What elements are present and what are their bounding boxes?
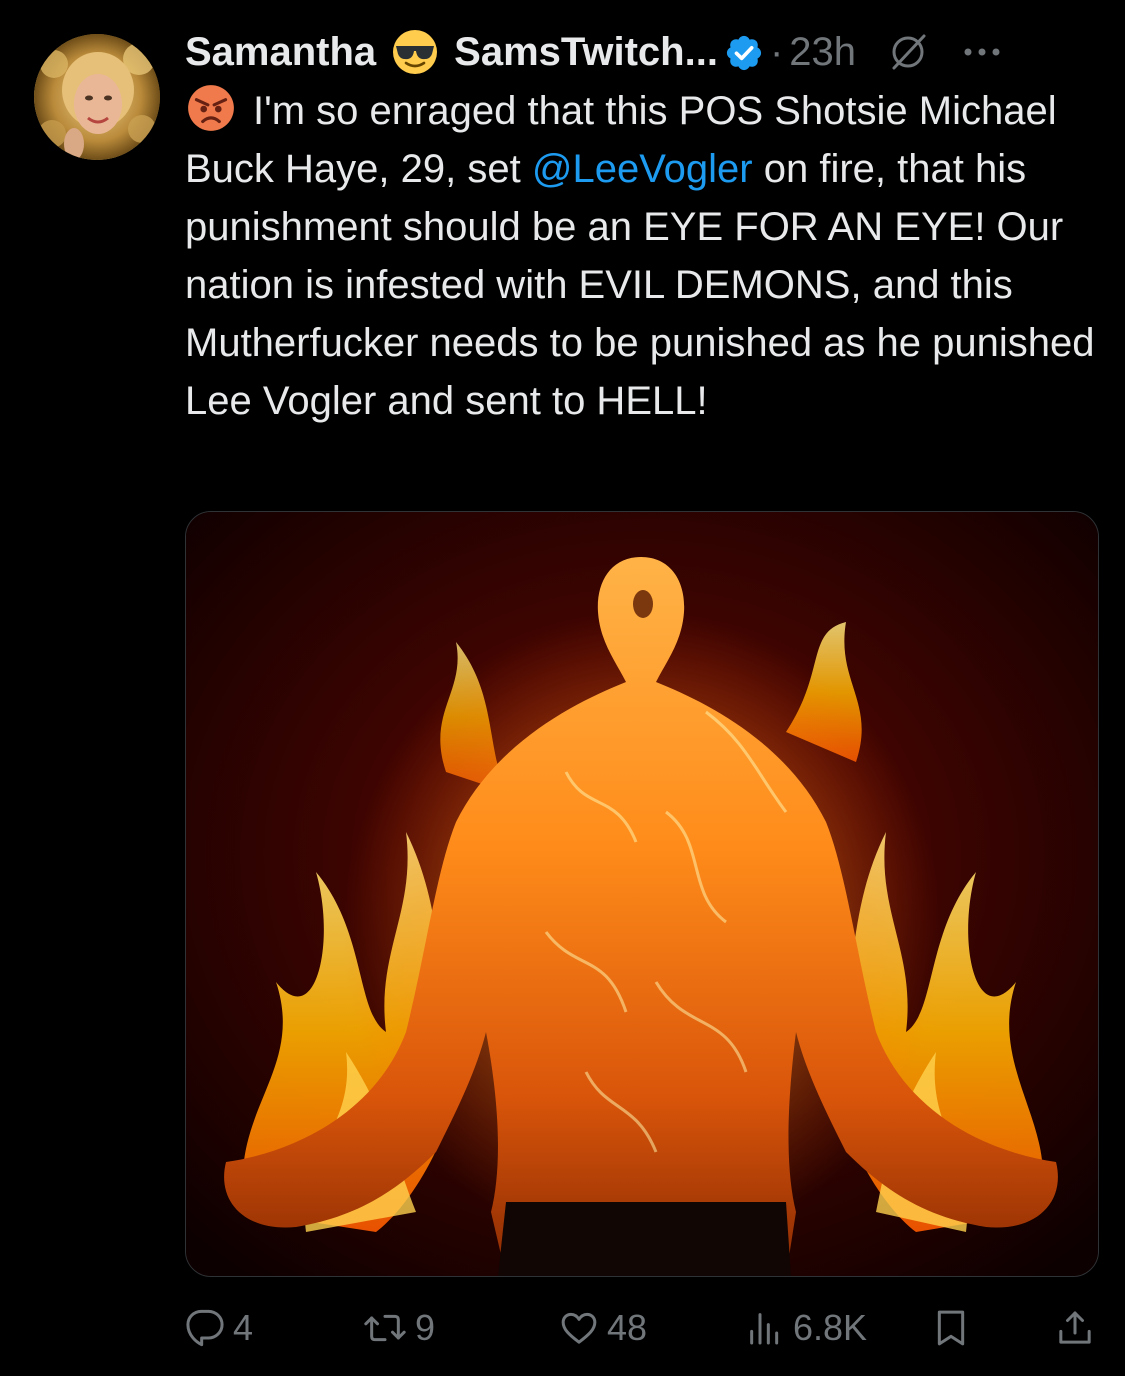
views-button[interactable]: 6.8K	[745, 1300, 867, 1356]
mention-link[interactable]: @LeeVogler	[532, 147, 753, 191]
grok-icon[interactable]	[886, 30, 930, 74]
tweet-header: Samantha SamsTwitch... · 23h	[185, 24, 1105, 80]
share-button[interactable]	[1055, 1300, 1095, 1356]
like-count: 48	[607, 1307, 648, 1348]
display-name[interactable]: Samantha	[185, 24, 376, 80]
verified-badge-icon	[724, 32, 764, 72]
repost-icon	[364, 1314, 406, 1342]
bookmark-button[interactable]	[931, 1300, 971, 1356]
like-icon	[561, 1312, 597, 1344]
timestamp[interactable]: 23h	[789, 24, 856, 80]
action-bar: 4 9 48 6.8K	[185, 1300, 1097, 1356]
bookmark-icon	[937, 1310, 965, 1346]
reply-count: 4	[233, 1307, 254, 1348]
more-icon[interactable]	[960, 30, 1004, 74]
views-icon	[750, 1313, 779, 1345]
tweet-media-image[interactable]	[185, 511, 1099, 1277]
repost-count: 9	[415, 1307, 436, 1348]
like-button[interactable]: 48	[559, 1300, 647, 1356]
handle-name[interactable]: SamsTwitch...	[454, 24, 718, 80]
reply-icon	[186, 1309, 224, 1347]
separator-dot: ·	[769, 30, 784, 74]
reply-button[interactable]: 4	[185, 1300, 253, 1356]
avatar[interactable]	[34, 34, 160, 160]
views-count: 6.8K	[793, 1307, 868, 1348]
repost-button[interactable]: 9	[363, 1300, 435, 1356]
tweet-text: I'm so enraged that this POS Shotsie Mic…	[185, 82, 1105, 430]
smiling-face-with-sunglasses-icon	[390, 27, 440, 77]
share-icon	[1059, 1311, 1091, 1344]
pouting-face-icon	[185, 82, 237, 134]
